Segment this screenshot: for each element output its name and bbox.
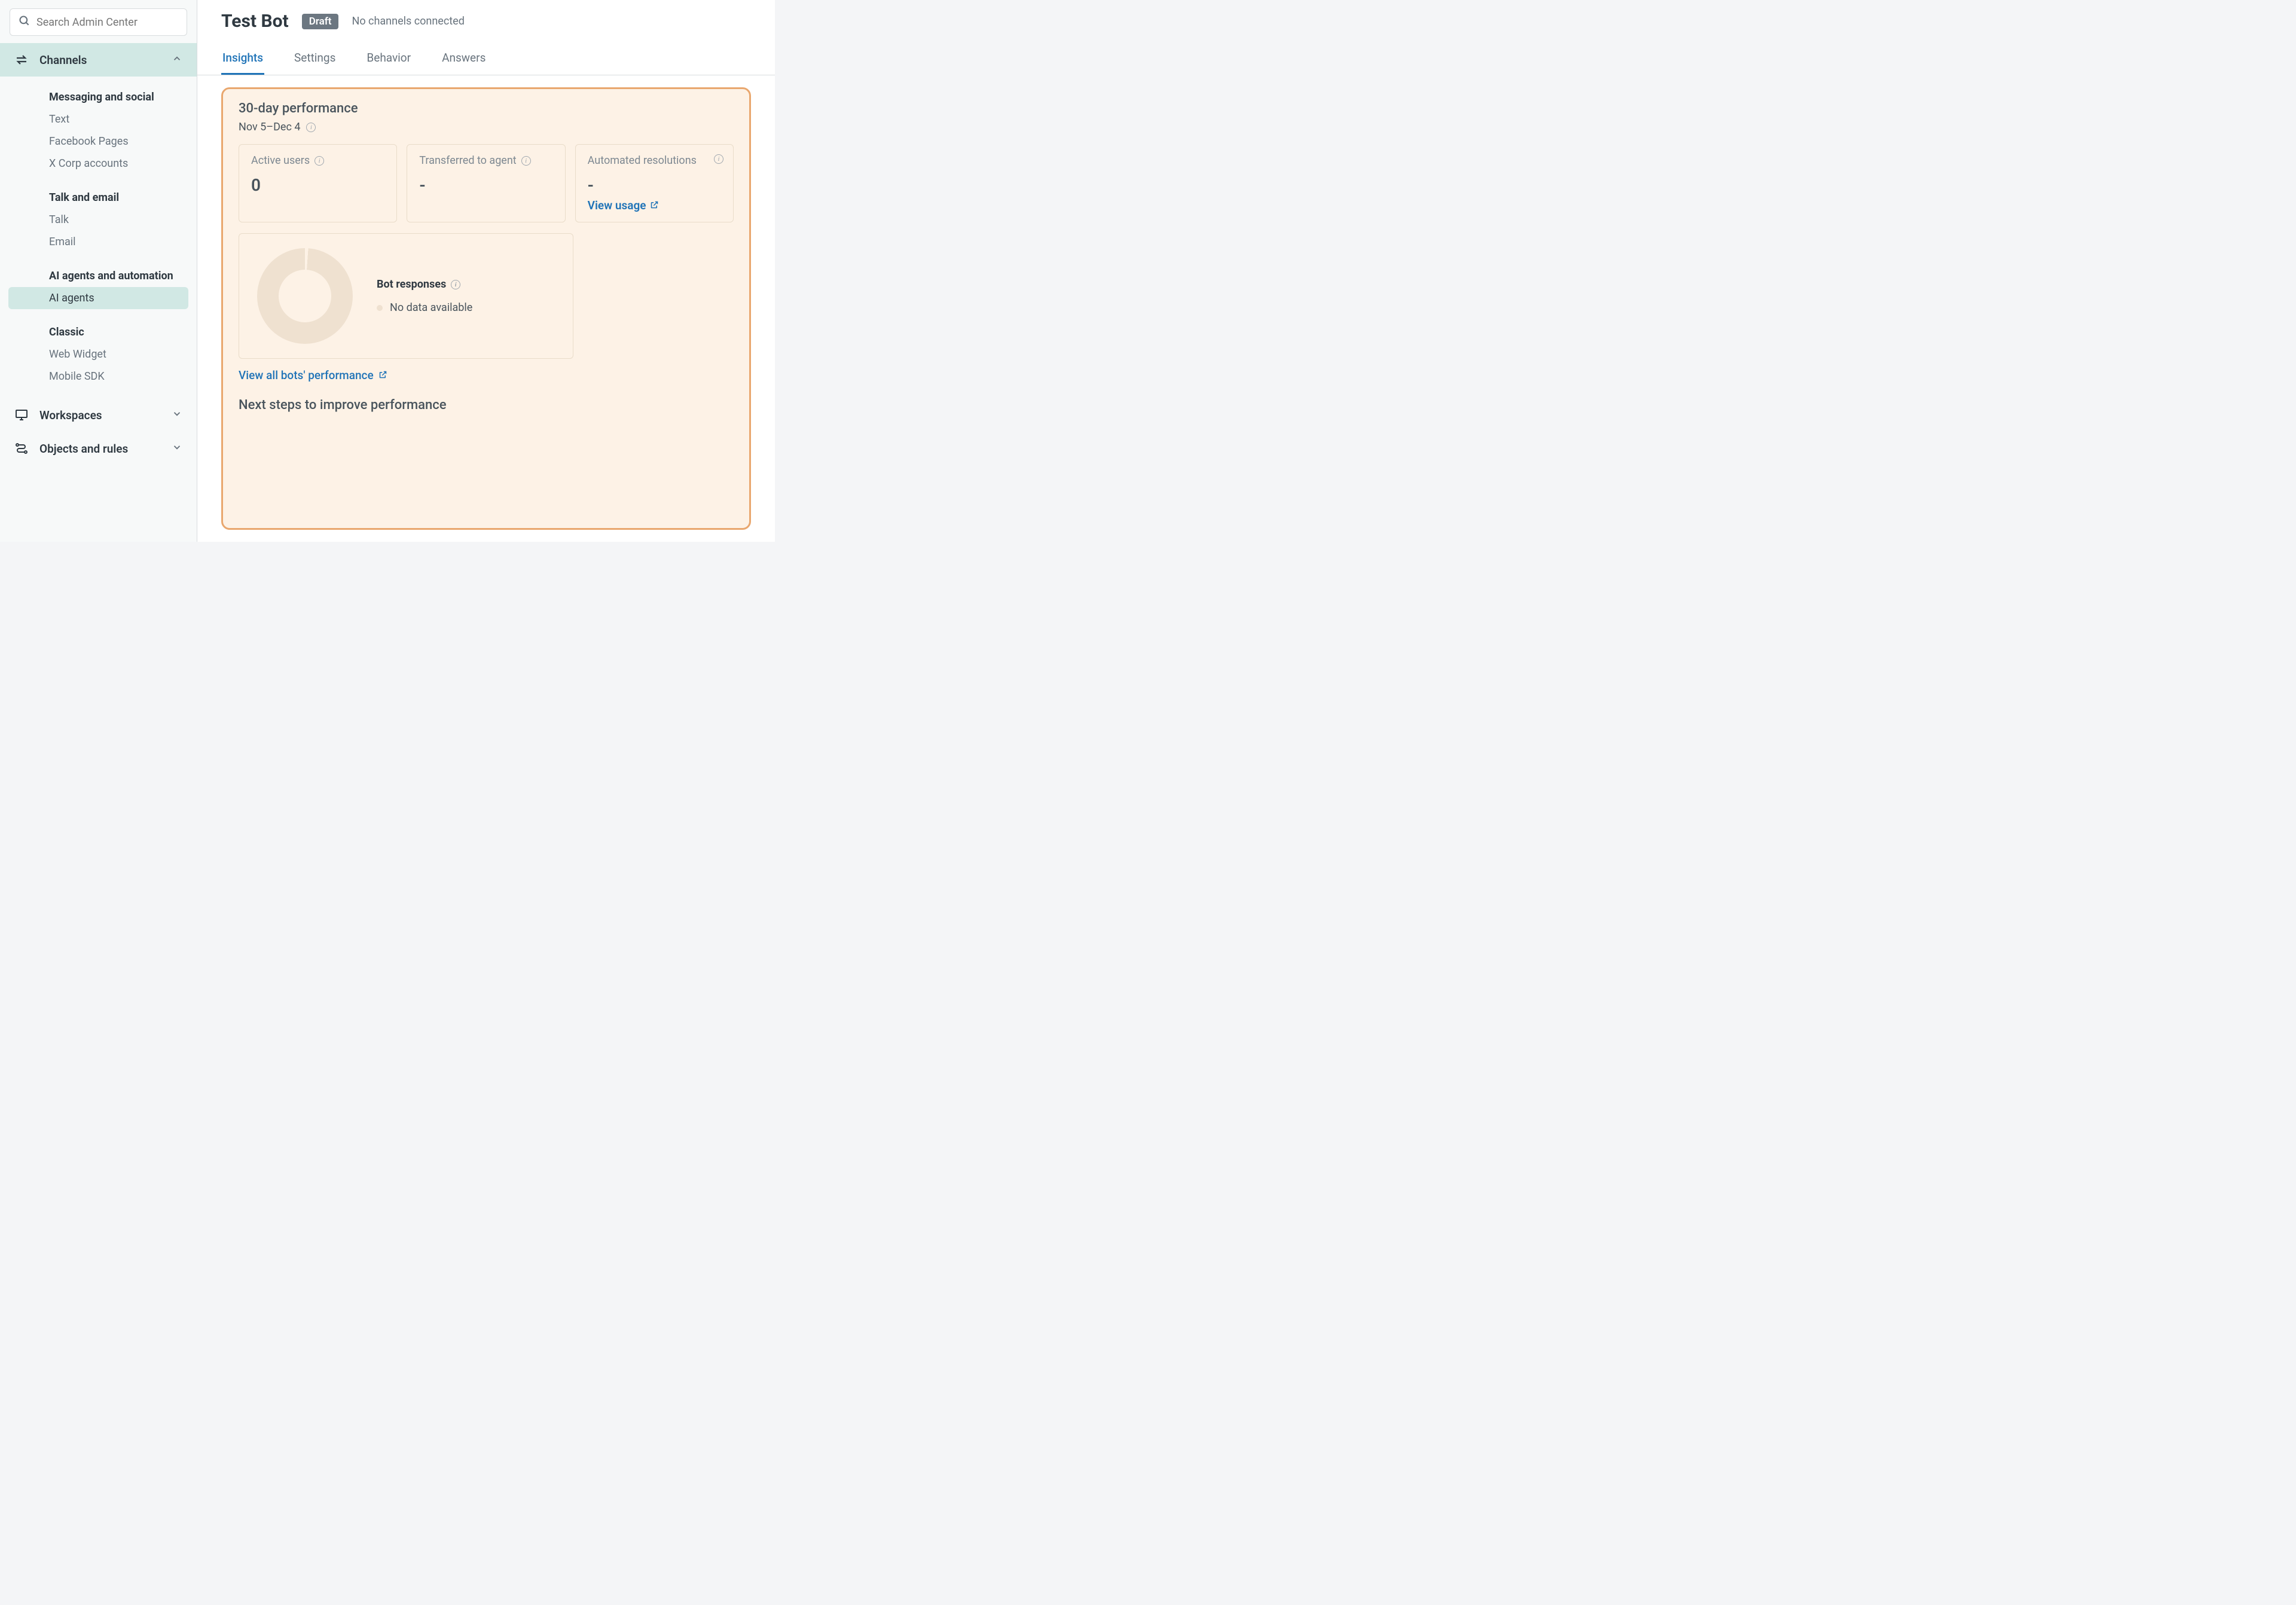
nav-channels[interactable]: Channels: [0, 43, 197, 77]
info-icon[interactable]: i: [714, 154, 723, 164]
sidebar-item-talk[interactable]: Talk: [0, 209, 197, 231]
card-label: Automated resolutions: [588, 154, 697, 167]
sidebar: Channels Messaging and social Text Faceb…: [0, 0, 197, 542]
date-range: Nov 5–Dec 4: [239, 121, 300, 133]
card-active-users: Active users i 0: [239, 144, 397, 222]
page-title: Test Bot: [221, 11, 289, 32]
chevron-up-icon: [172, 53, 182, 67]
sidebar-item-ai-agents[interactable]: AI agents: [8, 287, 188, 309]
chevron-down-icon: [172, 442, 182, 456]
sidebar-item-mobile-sdk[interactable]: Mobile SDK: [0, 365, 197, 387]
info-icon[interactable]: i: [521, 156, 531, 166]
external-link-icon: [378, 368, 387, 382]
view-all-bots-label: View all bots' performance: [239, 368, 374, 382]
nav-channels-label: Channels: [39, 53, 87, 67]
channel-status-text: No channels connected: [352, 15, 464, 28]
search-icon: [19, 15, 30, 29]
tab-insights[interactable]: Insights: [221, 51, 264, 75]
chart-title: Bot responses: [377, 278, 446, 291]
nav-objects-rules[interactable]: Objects and rules: [0, 432, 197, 465]
performance-panel: 30-day performance Nov 5–Dec 4 i Active …: [221, 87, 751, 530]
tab-answers[interactable]: Answers: [441, 51, 487, 75]
sidebar-item-text[interactable]: Text: [0, 108, 197, 130]
card-label: Transferred to agent: [419, 154, 516, 167]
card-value: 0: [251, 175, 384, 195]
tab-bar: Insights Settings Behavior Answers: [197, 32, 775, 75]
card-value: -: [588, 175, 721, 195]
group-messaging-title: Messaging and social: [0, 86, 197, 108]
search-input-wrapper[interactable]: [10, 8, 187, 36]
legend-dot: [377, 305, 383, 311]
tab-behavior[interactable]: Behavior: [365, 51, 412, 75]
group-classic-title: Classic: [0, 321, 197, 343]
view-usage-label: View usage: [588, 199, 646, 212]
info-icon[interactable]: i: [315, 156, 324, 166]
group-ai-title: AI agents and automation: [0, 265, 197, 287]
group-talk-title: Talk and email: [0, 187, 197, 209]
info-icon[interactable]: i: [306, 123, 316, 132]
view-usage-link[interactable]: View usage: [588, 199, 659, 212]
card-transferred: Transferred to agent i -: [407, 144, 565, 222]
donut-chart: [257, 248, 353, 344]
monitor-icon: [14, 408, 29, 422]
route-icon: [14, 441, 29, 456]
arrows-exchange-icon: [14, 53, 29, 67]
nav-objects-label: Objects and rules: [39, 442, 128, 456]
nav-workspaces[interactable]: Workspaces: [0, 398, 197, 432]
view-all-bots-link[interactable]: View all bots' performance: [239, 368, 387, 382]
panel-title: 30-day performance: [239, 101, 734, 116]
chevron-down-icon: [172, 408, 182, 422]
sidebar-item-email[interactable]: Email: [0, 231, 197, 253]
nav-workspaces-label: Workspaces: [39, 408, 102, 422]
card-value: -: [419, 175, 552, 195]
sidebar-item-web-widget[interactable]: Web Widget: [0, 343, 197, 365]
tab-settings[interactable]: Settings: [293, 51, 337, 75]
bot-responses-chart: Bot responses i No data available: [239, 233, 573, 359]
sidebar-item-facebook-pages[interactable]: Facebook Pages: [0, 130, 197, 152]
external-link-icon: [650, 199, 659, 212]
search-input[interactable]: [36, 16, 178, 29]
main-content: Test Bot Draft No channels connected Ins…: [197, 0, 775, 542]
status-badge-draft: Draft: [302, 14, 339, 29]
info-icon[interactable]: i: [451, 280, 460, 289]
next-steps-title: Next steps to improve performance: [239, 398, 734, 413]
chart-empty-text: No data available: [390, 301, 472, 314]
sidebar-item-x-corp[interactable]: X Corp accounts: [0, 152, 197, 175]
card-label: Active users: [251, 154, 310, 167]
card-automated-resolutions: i Automated resolutions - View usage: [575, 144, 734, 222]
